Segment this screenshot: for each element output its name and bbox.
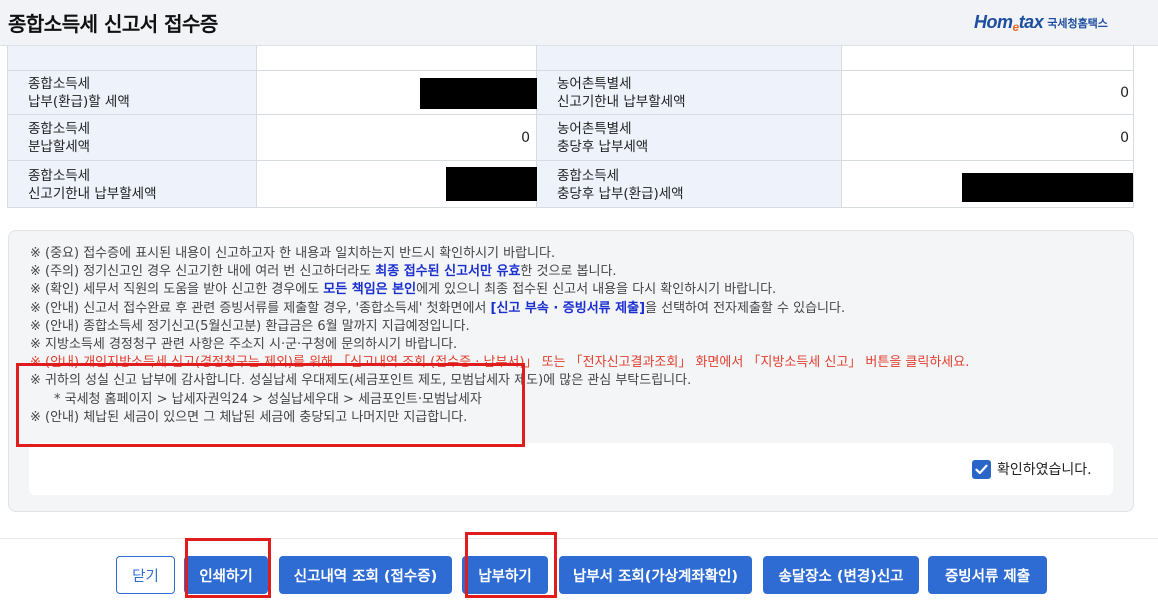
table-row-partial — [8, 46, 1133, 70]
notice-item: ※ (안내) 신고서 접수완료 후 관련 증빙서류를 제출할 경우, '종합소득… — [30, 300, 846, 316]
row-label: 농어촌특별세 신고기한내 납부할세액 — [537, 71, 841, 114]
row-label: 농어촌특별세 충당후 납부세액 — [537, 115, 841, 160]
row-value — [841, 161, 1133, 207]
page-title: 종합소득세 신고서 접수증 — [8, 12, 218, 36]
confirm-box: 확인하였습니다. — [29, 443, 1113, 495]
notice-item: ※ (중요) 접수증에 표시된 내용이 신고하고자 한 내용과 일치하는지 반드… — [30, 246, 556, 261]
row-label: 종합소득세 납부(환급)할 세액 — [8, 71, 256, 114]
confirm-checkbox[interactable] — [972, 460, 991, 479]
report-history-button[interactable]: 신고내역 조회 (접수증) — [279, 556, 452, 594]
row-value: 0 — [256, 115, 537, 160]
table-row: 종합소득세 신고기한내 납부할세액 종합소득세 충당후 납부(환급)세액 — [8, 160, 1133, 207]
redacted-value — [962, 173, 1133, 202]
annotation-print-box — [185, 538, 271, 598]
annotation-highlight-box — [16, 363, 525, 447]
row-value: 0 — [841, 115, 1133, 160]
notice-item: ※ (확인) 세무서 직원의 도움을 받아 신고한 경우에도 모든 책임은 본인… — [30, 282, 777, 298]
hometax-logo-mark: Hometax — [974, 12, 1044, 34]
row-label: 종합소득세 신고기한내 납부할세액 — [8, 161, 256, 207]
hometax-logo-text: 국세청홈택스 — [1047, 17, 1108, 30]
confirm-label[interactable]: 확인하였습니다. — [997, 459, 1092, 479]
footer-divider — [0, 538, 1158, 539]
annotation-pay-box — [465, 532, 557, 598]
page-header: 종합소득세 신고서 접수증 Hometax 국세청홈택스 — [0, 0, 1158, 46]
hometax-logo: Hometax 국세청홈택스 — [974, 10, 1108, 36]
row-value — [256, 161, 556, 207]
row-value: 0 — [841, 71, 1133, 114]
row-value — [256, 71, 538, 114]
close-button[interactable]: 닫기 — [116, 556, 175, 594]
checkmark-icon — [975, 464, 988, 475]
table-row: 종합소득세 분납할세액 0 농어촌특별세 충당후 납부세액 0 — [8, 114, 1133, 160]
submit-evidence-button[interactable]: 증빙서류 제출 — [928, 556, 1047, 594]
tax-summary-table: 종합소득세 납부(환급)할 세액 농어촌특별세 신고기한내 납부할세액 0 종합소득… — [7, 46, 1134, 208]
notice-item: ※ (안내) 종합소득세 정기신고(5월신고분) 환급금은 6월 말까지 지급예… — [30, 318, 470, 334]
redacted-value — [420, 78, 538, 109]
table-row: 종합소득세 납부(환급)할 세액 농어촌특별세 신고기한내 납부할세액 0 — [8, 70, 1133, 114]
notice-item: ※ 지방소득세 경정청구 관련 사항은 주소지 시·군·구청에 문의하시기 바랍… — [30, 337, 458, 353]
notice-item: ※ (주의) 정기신고인 경우 신고기한 내에 여러 번 신고하더라도 최종 접… — [30, 264, 617, 280]
delivery-address-button[interactable]: 송달장소 (변경)신고 — [763, 556, 919, 594]
row-label: 종합소득세 충당후 납부(환급)세액 — [537, 161, 841, 207]
row-label: 종합소득세 분납할세액 — [8, 115, 256, 160]
bill-inquiry-button[interactable]: 납부서 조회(가상계좌확인) — [559, 556, 752, 594]
